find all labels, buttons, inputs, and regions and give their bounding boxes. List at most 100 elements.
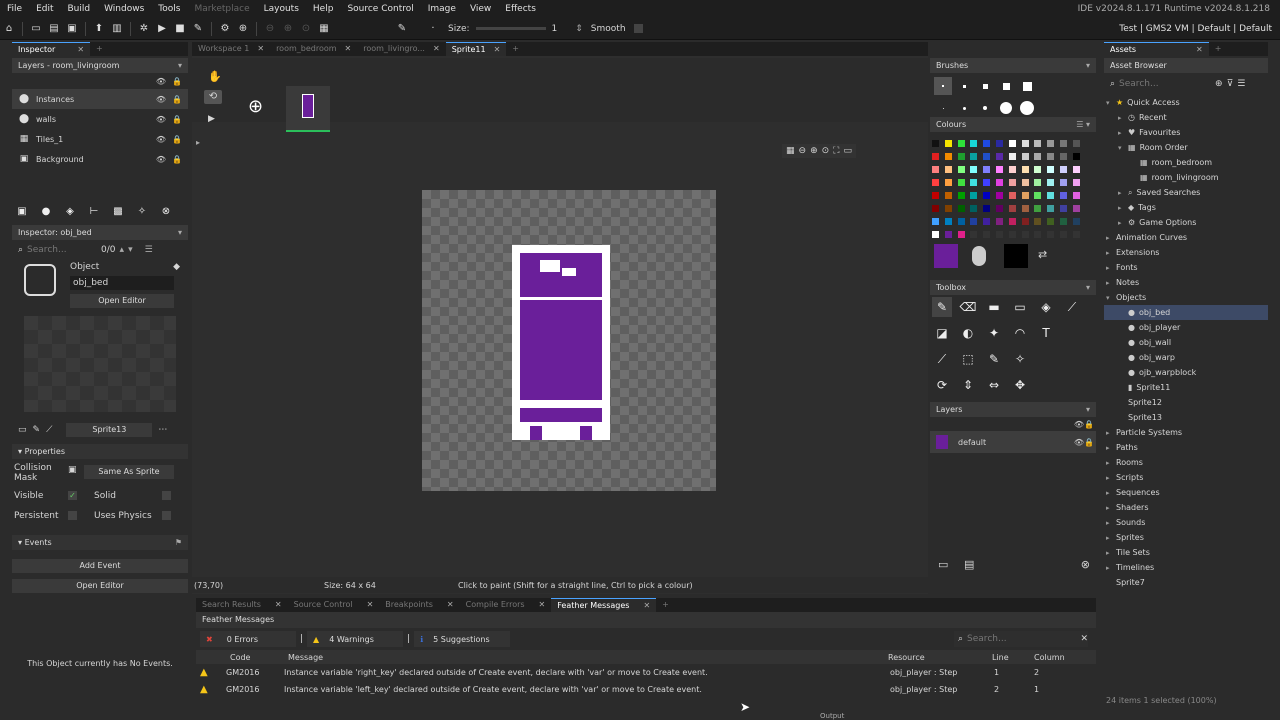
palette-swatch[interactable] — [1021, 192, 1029, 199]
asset-item[interactable]: ▸ Sequences — [1104, 485, 1268, 500]
tree-arrow-icon[interactable]: ▸ — [1118, 186, 1128, 201]
lasso-tool-icon[interactable]: ✎ — [984, 349, 1004, 369]
brush-option[interactable] — [1018, 99, 1036, 117]
palette-swatch[interactable] — [970, 192, 978, 199]
palette-swatch[interactable] — [1047, 192, 1055, 199]
eye-icon[interactable]: 👁 — [156, 135, 166, 144]
home-icon[interactable]: ⌂ — [1, 21, 17, 37]
asset-item[interactable]: ▮ Sprite11 — [1104, 380, 1268, 395]
col-message[interactable]: Message — [288, 653, 888, 662]
asset-item[interactable]: ▸ Shaders — [1104, 500, 1268, 515]
tree-arrow-icon[interactable]: ▸ — [1106, 276, 1116, 291]
palette-swatch[interactable] — [944, 179, 952, 186]
open-project-icon[interactable]: ▤ — [46, 21, 62, 37]
close-icon[interactable]: ✕ — [367, 598, 374, 612]
col-line[interactable]: Line — [992, 653, 1034, 662]
palette-swatch[interactable] — [1047, 153, 1055, 160]
settings-icon[interactable]: ⚙ — [217, 21, 233, 37]
new-sprite-icon[interactable]: ▭ — [18, 425, 27, 435]
asset-item[interactable]: ● obj_wall — [1104, 335, 1268, 350]
palette-swatch[interactable] — [944, 231, 952, 238]
palette-swatch[interactable] — [970, 140, 978, 147]
swap-colours-icon[interactable]: ⇄ — [1038, 248, 1047, 261]
edit-mask-icon[interactable]: ▣ — [68, 465, 77, 475]
palette-swatch[interactable] — [944, 205, 952, 212]
feather-row[interactable]: ▲ GM2016 Instance variable 'left_key' decl… — [196, 681, 1096, 698]
asset-item[interactable]: ▸ Timelines — [1104, 560, 1268, 575]
layer-folder-icon[interactable]: ▤ — [964, 558, 974, 571]
palette-swatch[interactable] — [1047, 166, 1055, 173]
palette-swatch[interactable] — [996, 218, 1003, 225]
palette-swatch[interactable] — [1008, 179, 1016, 186]
close-icon[interactable]: ✕ — [447, 598, 454, 612]
persistent-checkbox[interactable] — [68, 511, 77, 520]
target-selector[interactable]: Test | GMS2 VM | Default | Default — [1119, 18, 1272, 40]
delete-layer-icon[interactable]: ⊗ — [1081, 558, 1090, 571]
palette-swatch[interactable] — [983, 218, 991, 225]
frame-thumbnail[interactable] — [286, 86, 330, 132]
palette-swatch[interactable] — [970, 179, 978, 186]
path-layer-icon[interactable]: ⊢ — [84, 201, 104, 221]
target-icon[interactable]: ⊕ — [235, 21, 251, 37]
col-code[interactable]: Code — [230, 653, 288, 662]
select-tool-icon[interactable]: ⬚ — [958, 349, 978, 369]
sprite-canvas[interactable] — [422, 190, 716, 491]
right-colour[interactable] — [1004, 244, 1028, 268]
text-tool-icon[interactable]: T — [1036, 323, 1056, 343]
palette-swatch[interactable] — [983, 231, 991, 238]
asset-item[interactable]: ● obj_player — [1104, 320, 1268, 335]
palette-swatch[interactable] — [932, 179, 939, 186]
asset-item[interactable]: ▾ ★ Quick Access — [1104, 95, 1268, 110]
left-colour[interactable] — [934, 244, 958, 268]
asset-item[interactable]: ▸ Tile Sets — [1104, 545, 1268, 560]
palette-swatch[interactable] — [932, 218, 939, 225]
palette-swatch[interactable] — [1008, 140, 1016, 147]
lock-icon[interactable]: 🔒 — [1084, 420, 1094, 429]
add-asset-icon[interactable]: ⊕ — [1215, 79, 1223, 89]
palette-swatch[interactable] — [932, 140, 939, 147]
palette-swatch[interactable] — [1034, 179, 1042, 186]
palette-swatch[interactable] — [1072, 153, 1080, 160]
add-tab-icon[interactable]: + — [1209, 42, 1228, 56]
menu-image[interactable]: Image — [421, 0, 463, 18]
toolbox-header[interactable]: Toolbox ▾ — [930, 280, 1096, 295]
clean-icon[interactable]: ✎ — [190, 21, 206, 37]
asset-item[interactable]: ▸ Sprites — [1104, 530, 1268, 545]
sprite-selector[interactable]: Sprite13 — [66, 423, 153, 437]
palette-swatch[interactable] — [1060, 205, 1067, 212]
expand-icon[interactable]: ▸ — [196, 138, 200, 147]
rotate-tool-icon[interactable]: ⟳ — [932, 375, 952, 395]
layer-item[interactable]: ⬤ Instances 👁 🔒 — [12, 89, 188, 109]
brush-option[interactable] — [997, 99, 1015, 117]
tree-arrow-icon[interactable]: ▾ — [1118, 141, 1128, 156]
close-icon[interactable]: ✕ — [433, 42, 440, 56]
asset-item[interactable]: ▸ ◷ Recent — [1104, 110, 1268, 125]
palette-swatch[interactable] — [1034, 140, 1042, 147]
palette-swatch[interactable] — [1047, 218, 1055, 225]
lock-icon[interactable]: 🔒 — [172, 115, 182, 124]
add-event-button[interactable]: Add Event — [12, 559, 188, 573]
palette-swatch[interactable] — [1072, 205, 1080, 212]
pencil-icon[interactable]: ✎ — [394, 21, 410, 37]
palette-swatch[interactable] — [983, 179, 991, 186]
palette-swatch[interactable] — [983, 153, 991, 160]
asset-item[interactable]: ▸ Sounds — [1104, 515, 1268, 530]
asset-item[interactable]: ▸ Fonts — [1104, 260, 1268, 275]
tree-arrow-icon[interactable]: ▸ — [1118, 201, 1128, 216]
palette-swatch[interactable] — [983, 192, 991, 199]
feather-search[interactable]: ⌕ Search... ✕ — [954, 631, 1088, 647]
palette-swatch[interactable] — [1060, 153, 1067, 160]
menu-icon[interactable]: ☰ — [1237, 79, 1245, 89]
palette-swatch[interactable] — [1008, 231, 1016, 238]
palette-swatch[interactable] — [996, 192, 1003, 199]
ellipse-tool-icon[interactable]: ◐ — [958, 323, 978, 343]
search-input[interactable]: Search... — [27, 245, 97, 255]
brush-option[interactable] — [997, 77, 1015, 95]
asset-item[interactable]: ▸ Scripts — [1104, 470, 1268, 485]
palette-swatch[interactable] — [1047, 140, 1055, 147]
wand-tool-icon[interactable]: ✧ — [1010, 349, 1030, 369]
palette-swatch[interactable] — [1060, 231, 1067, 238]
palette-swatch[interactable] — [996, 153, 1003, 160]
palette-swatch[interactable] — [932, 205, 939, 212]
tree-arrow-icon[interactable]: ▸ — [1106, 261, 1116, 276]
